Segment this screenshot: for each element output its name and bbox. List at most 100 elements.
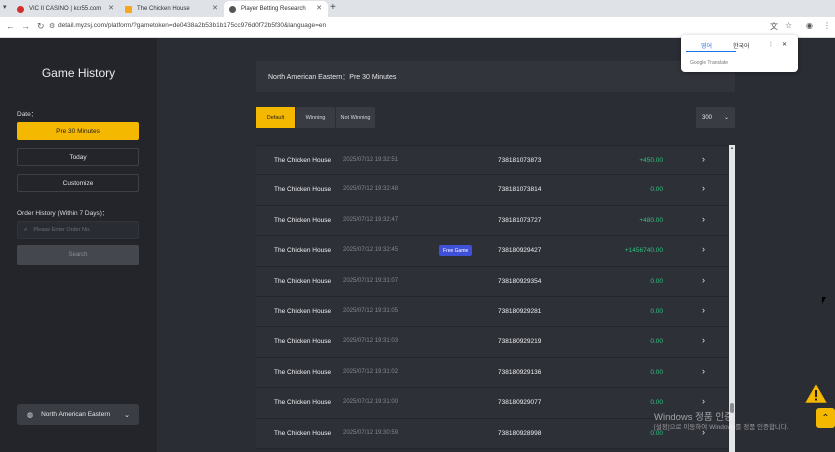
site-info-icon[interactable]: ⚙ bbox=[49, 22, 55, 30]
chevron-right-icon[interactable]: › bbox=[702, 305, 705, 315]
table-row[interactable]: The Chicken House 2025/07/12 19:31:02 7381… bbox=[256, 357, 728, 389]
table-row[interactable]: The Chicken House 2025/07/12 19:31:03 7381… bbox=[256, 327, 728, 358]
game-name: The Chicken House bbox=[274, 277, 332, 285]
bet-time: 2025/07/12 19:31:00 bbox=[343, 399, 399, 406]
close-tab-icon[interactable]: ✕ bbox=[316, 4, 322, 12]
browser-tab-1[interactable]: VIC II CASINO | kcr55.com ✕ bbox=[12, 1, 120, 17]
game-history-list: The Chicken House 2025/07/12 19:32:51 7381… bbox=[256, 145, 728, 452]
chevron-right-icon[interactable]: › bbox=[702, 335, 705, 345]
filter-default[interactable]: Default bbox=[256, 107, 296, 128]
order-input-placeholder: Please Enter Order No. bbox=[33, 227, 91, 233]
page-title: Game History bbox=[41, 66, 116, 80]
translate-lang-korean[interactable]: 한국어 bbox=[733, 41, 750, 50]
scroll-up-arrow-icon[interactable]: ▲ bbox=[729, 145, 735, 150]
translate-active-underline bbox=[686, 51, 736, 52]
bet-time: 2025/07/12 19:31:05 bbox=[343, 307, 399, 314]
browser-tab-bar: ▾ VIC II CASINO | kcr55.com ✕ The Chicke… bbox=[0, 0, 835, 17]
win-amount: +1456740.00 bbox=[624, 247, 663, 255]
translate-popup: 영어 한국어 ⋮ ✕ Google Translate bbox=[681, 35, 798, 72]
game-name: The Chicken House bbox=[274, 368, 332, 376]
tab-list-chevron-icon[interactable]: ▾ bbox=[3, 3, 7, 11]
today-button[interactable]: Today bbox=[17, 148, 139, 166]
game-name: The Chicken House bbox=[274, 429, 332, 437]
warning-icon[interactable] bbox=[804, 382, 828, 406]
page-size-select[interactable]: 300 ⌄ bbox=[696, 107, 735, 128]
bet-time: 2025/07/12 19:31:07 bbox=[343, 277, 399, 284]
chevron-right-icon[interactable]: › bbox=[702, 154, 705, 164]
casino-favicon-icon bbox=[17, 5, 24, 13]
new-tab-plus-icon[interactable]: + bbox=[330, 2, 336, 13]
chevron-down-icon: ⌄ bbox=[723, 115, 729, 121]
win-amount: 0.00 bbox=[650, 307, 663, 315]
filter-winning[interactable]: Winning bbox=[296, 107, 336, 128]
forward-arrow-icon[interactable]: → bbox=[21, 21, 30, 31]
game-name: The Chicken House bbox=[274, 399, 332, 407]
chevron-up-icon: ⌃ bbox=[821, 412, 830, 424]
globe-icon: ◍ bbox=[27, 411, 34, 419]
win-amount: 0.00 bbox=[650, 277, 663, 285]
order-number-input[interactable]: ⌕ Please Enter Order No. bbox=[17, 221, 139, 239]
search-button[interactable]: Search bbox=[17, 245, 139, 265]
game-name: The Chicken House bbox=[274, 186, 332, 194]
pre-30-minutes-button[interactable]: Pre 30 Minutes bbox=[17, 122, 139, 140]
win-amount: +450.00 bbox=[639, 157, 663, 164]
table-row[interactable]: The Chicken House 2025/07/12 19:32:45 Free… bbox=[256, 236, 728, 267]
win-amount: 0.00 bbox=[650, 186, 663, 194]
back-arrow-icon[interactable]: ← bbox=[6, 21, 15, 31]
chevron-right-icon[interactable]: › bbox=[702, 214, 705, 224]
page-size-value: 300 bbox=[702, 114, 713, 121]
tab-title: The Chicken House bbox=[137, 6, 190, 12]
chevron-right-icon[interactable]: › bbox=[702, 244, 705, 254]
translate-close-icon[interactable]: ✕ bbox=[782, 41, 787, 48]
windows-activation-subtitle: [설정]으로 이동하여 Windows를 정품 인증합니다. bbox=[654, 424, 789, 431]
win-amount: 0.00 bbox=[650, 429, 663, 437]
table-row[interactable]: The Chicken House 2025/07/12 19:31:05 7381… bbox=[256, 296, 728, 328]
tab-title: Player Betting Research bbox=[241, 6, 306, 12]
game-name: The Chicken House bbox=[274, 307, 332, 315]
chevron-right-icon[interactable]: › bbox=[702, 183, 705, 193]
win-amount: 0.00 bbox=[650, 338, 663, 346]
browser-tab-2[interactable]: The Chicken House ✕ bbox=[120, 1, 224, 17]
bookmark-star-icon[interactable]: ☆ bbox=[785, 21, 792, 30]
timezone-select[interactable]: ◍ North American Eastern ⌄ bbox=[17, 404, 139, 425]
search-icon: ⌕ bbox=[24, 226, 28, 233]
translate-lang-english[interactable]: 영어 bbox=[701, 41, 712, 50]
table-row[interactable]: The Chicken House 2025/07/12 19:32:51 7381… bbox=[256, 145, 728, 176]
chevron-right-icon[interactable]: › bbox=[702, 396, 705, 406]
order-number: 738181073814 bbox=[498, 186, 542, 194]
win-amount: 0.00 bbox=[650, 399, 663, 407]
tab-title: VIC II CASINO | kcr55.com bbox=[29, 6, 102, 12]
sidebar: Game History Date： Pre 30 Minutes Today … bbox=[0, 38, 157, 452]
chevron-right-icon[interactable]: › bbox=[702, 275, 705, 285]
url-text[interactable]: detail.myzsj.com/platform/?gametoken=de0… bbox=[58, 22, 326, 29]
customize-button[interactable]: Customize bbox=[17, 174, 139, 192]
scroll-to-top-button[interactable]: ⌃ bbox=[816, 408, 835, 428]
chevron-down-icon: ⌄ bbox=[124, 411, 130, 419]
results-header: North American Eastern：Pre 30 Minutes bbox=[256, 61, 735, 92]
translate-icon[interactable]: 文 bbox=[770, 21, 778, 32]
table-row[interactable]: The Chicken House 2025/07/12 19:32:47 7381… bbox=[256, 205, 728, 237]
filter-not-winning[interactable]: Not Winning bbox=[336, 107, 376, 128]
close-tab-icon[interactable]: ✕ bbox=[108, 4, 114, 12]
bet-time: 2025/07/12 19:32:45 bbox=[343, 247, 399, 254]
scrollbar[interactable]: ▲ bbox=[729, 145, 735, 452]
order-number: 738181073873 bbox=[498, 157, 542, 164]
chevron-right-icon[interactable]: › bbox=[702, 366, 705, 376]
browser-tab-3-active[interactable]: Player Betting Research ✕ bbox=[224, 1, 328, 17]
main-panel: North American Eastern：Pre 30 Minutes De… bbox=[157, 38, 835, 452]
table-row[interactable]: The Chicken House 2025/07/12 19:31:07 7381… bbox=[256, 266, 728, 297]
table-row[interactable]: The Chicken House 2025/07/12 19:32:48 7381… bbox=[256, 175, 728, 206]
reload-icon[interactable]: ↻ bbox=[37, 21, 45, 32]
game-name: The Chicken House bbox=[274, 338, 332, 346]
bet-time: 2025/07/12 19:32:47 bbox=[343, 216, 399, 223]
win-amount: 0.00 bbox=[650, 368, 663, 376]
bet-time: 2025/07/12 19:31:03 bbox=[343, 338, 399, 345]
close-tab-icon[interactable]: ✕ bbox=[212, 4, 218, 12]
browser-menu-icon[interactable]: ⋮ bbox=[823, 21, 831, 30]
order-number: 738180929136 bbox=[498, 368, 542, 376]
translate-more-icon[interactable]: ⋮ bbox=[768, 41, 774, 48]
profile-avatar-icon[interactable]: ◉ bbox=[806, 21, 813, 30]
free-game-badge: Free Game bbox=[439, 245, 473, 257]
order-number: 738180929219 bbox=[498, 338, 542, 346]
order-history-label: Order History (Within 7 Days)： bbox=[17, 210, 109, 217]
